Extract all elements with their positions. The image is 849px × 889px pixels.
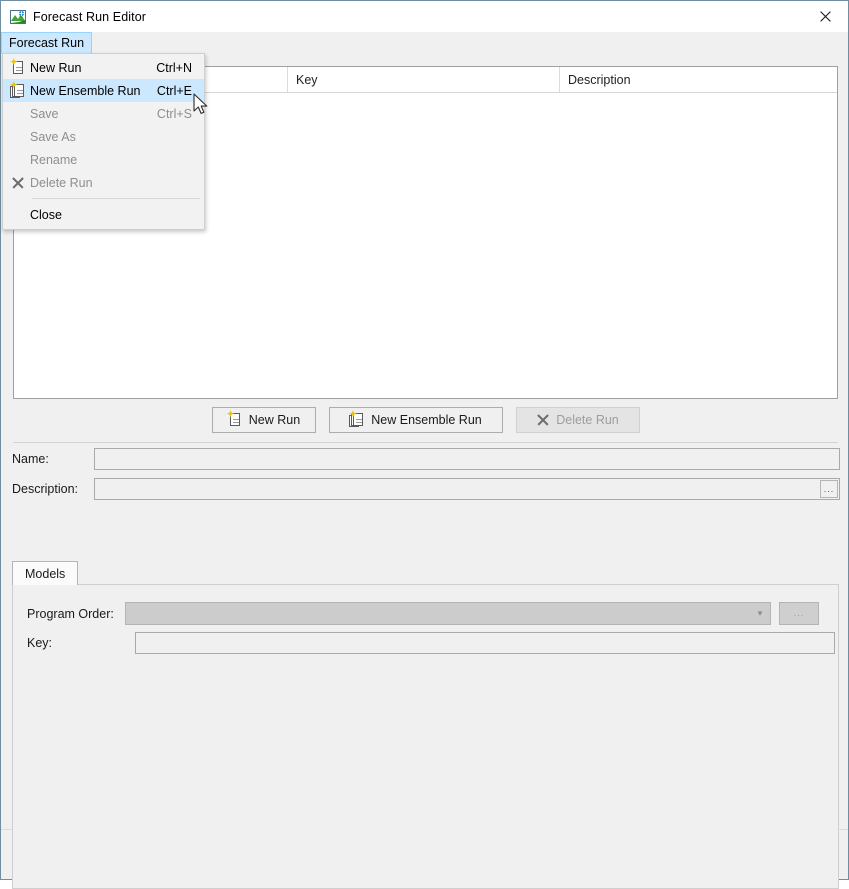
menu-item-save[interactable]: Save Ctrl+S	[3, 102, 204, 125]
close-icon[interactable]	[802, 1, 848, 31]
menu-separator	[32, 198, 200, 199]
chevron-down-icon: ▾	[757, 608, 763, 618]
menu-item-save-as[interactable]: Save As	[3, 125, 204, 148]
menu-item-save-as-label: Save As	[30, 129, 76, 144]
new-document-icon: ✦	[227, 410, 243, 428]
menu-item-new-ensemble-run-label: New Ensemble Run	[30, 83, 141, 98]
name-row: Name:	[12, 448, 840, 470]
delete-run-button-label: Delete Run	[556, 413, 619, 427]
menu-item-new-ensemble-run-accel: Ctrl+E	[156, 83, 192, 98]
models-tab-panel: Program Order: ▾ ... Key:	[12, 584, 839, 889]
menu-bar: Forecast Run	[1, 32, 848, 54]
description-browse-button[interactable]: ...	[820, 480, 838, 498]
program-order-browse-button[interactable]: ...	[779, 602, 819, 625]
new-ensemble-run-button-label: New Ensemble Run	[371, 413, 482, 427]
forecast-app-icon	[10, 9, 26, 25]
new-ensemble-run-button[interactable]: ✦ New Ensemble Run	[328, 407, 503, 433]
column-header-description[interactable]: Description	[560, 67, 837, 92]
menu-item-new-ensemble-run[interactable]: ✦ New Ensemble Run Ctrl+E	[3, 79, 204, 102]
description-row: Description: ...	[12, 478, 840, 500]
menu-item-new-run-accel: Ctrl+N	[156, 60, 192, 75]
menu-item-close-icon-slot	[6, 203, 30, 226]
menu-item-rename-label: Rename	[30, 152, 78, 167]
new-run-button[interactable]: ✦ New Run	[211, 407, 316, 433]
program-order-row: Program Order: ▾ ...	[27, 602, 819, 625]
delete-x-icon	[536, 413, 550, 427]
delete-run-button[interactable]: Delete Run	[515, 407, 640, 433]
tab-models[interactable]: Models	[12, 561, 79, 585]
description-label: Description:	[12, 482, 78, 496]
form-separator	[13, 442, 838, 443]
column-header-key[interactable]: Key	[288, 67, 560, 92]
menu-item-delete-run-label: Delete Run	[30, 175, 93, 190]
menu-forecast-run[interactable]: Forecast Run	[1, 32, 93, 54]
menu-item-save-label: Save	[30, 106, 59, 121]
menu-item-new-run-label: New Run	[30, 60, 82, 75]
title-bar: Forecast Run Editor	[1, 1, 848, 32]
menu-item-new-run[interactable]: ✦ New Run Ctrl+N	[3, 56, 204, 79]
menu-item-close[interactable]: Close	[3, 203, 204, 226]
menu-forecast-run-label: Forecast Run	[9, 36, 85, 50]
program-order-combobox[interactable]: ▾	[125, 602, 771, 625]
menu-item-save-as-icon-slot	[6, 125, 30, 148]
models-key-row: Key:	[27, 632, 835, 654]
menu-item-rename-icon-slot	[6, 148, 30, 171]
menu-item-delete-run[interactable]: Delete Run	[3, 171, 204, 194]
new-document-stack-icon: ✦	[349, 410, 365, 428]
models-key-label: Key:	[27, 636, 53, 650]
run-action-button-row: ✦ New Run ✦ New Ensemble Run Delete Run	[1, 407, 849, 433]
tab-strip: Models	[12, 561, 839, 585]
forecast-run-dropdown-menu: ✦ New Run Ctrl+N ✦ New Ensemble Run Ctrl…	[2, 53, 205, 230]
delete-x-icon	[6, 171, 30, 194]
new-document-icon: ✦	[6, 56, 30, 79]
menu-item-rename[interactable]: Rename	[3, 148, 204, 171]
menu-item-save-accel: Ctrl+S	[156, 106, 192, 121]
models-key-input[interactable]	[135, 632, 835, 654]
window-title: Forecast Run Editor	[33, 9, 147, 24]
name-label: Name:	[12, 452, 49, 466]
menu-item-save-icon-slot	[6, 102, 30, 125]
menu-item-close-label: Close	[30, 207, 62, 222]
description-input[interactable]	[94, 478, 840, 500]
name-input[interactable]	[94, 448, 840, 470]
tab-models-label: Models	[25, 566, 66, 581]
new-run-button-label: New Run	[248, 413, 301, 427]
new-document-stack-icon: ✦	[6, 79, 30, 102]
program-order-label: Program Order:	[27, 606, 114, 621]
